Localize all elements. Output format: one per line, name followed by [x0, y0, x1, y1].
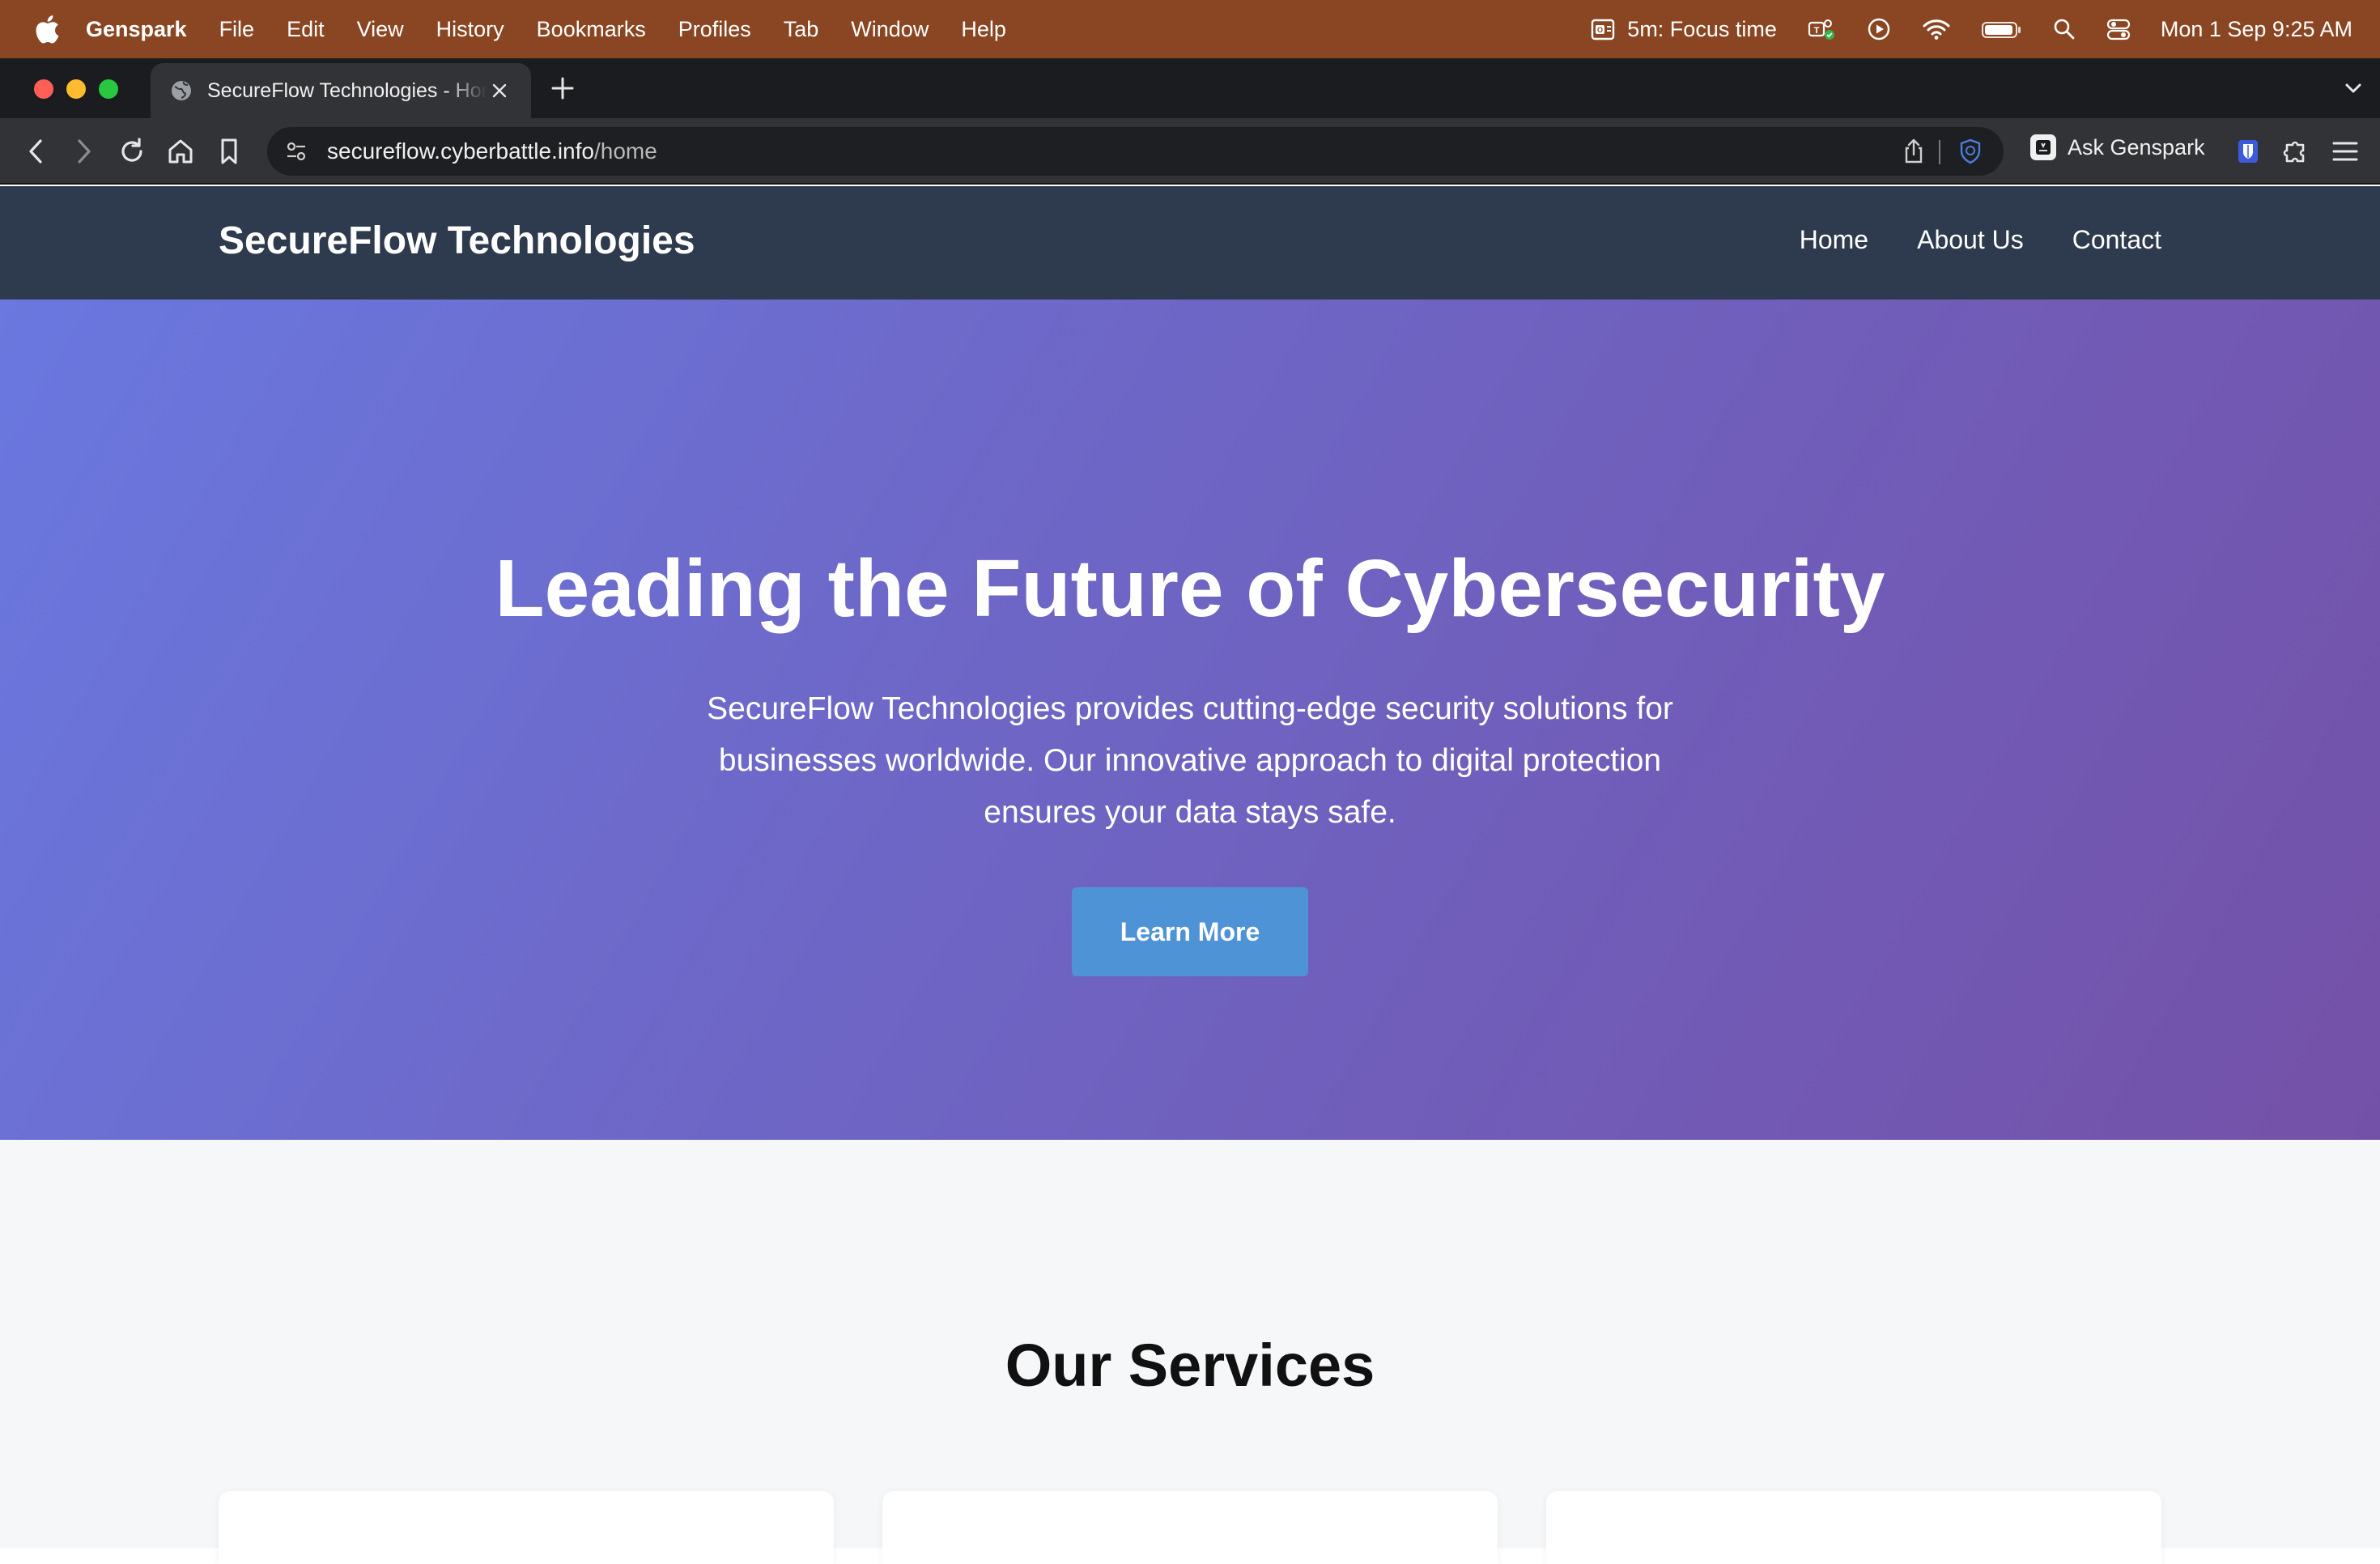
- menubar-status-area: O 5m: Focus time T Mon 1 Sep 9:25 AM: [1561, 0, 2352, 58]
- new-tab-plus-icon[interactable]: [549, 74, 576, 102]
- wifi-icon[interactable]: [1921, 16, 1952, 42]
- apple-logo-icon[interactable]: [31, 13, 62, 45]
- share-icon[interactable]: [1902, 138, 1926, 165]
- tab-title: SecureFlow Technologies - Home: [207, 79, 487, 102]
- tab-close-icon[interactable]: [487, 79, 512, 103]
- spotlight-search-icon[interactable]: [2052, 16, 2076, 42]
- menu-window[interactable]: Window: [851, 17, 929, 42]
- battery-icon[interactable]: [1981, 16, 2023, 42]
- window-close-button[interactable]: [34, 79, 53, 99]
- privacy-shield-icon[interactable]: [1958, 138, 1983, 165]
- bookmark-icon[interactable]: [214, 136, 244, 167]
- hero-description: SecureFlow Technologies provides cutting…: [707, 691, 1673, 830]
- menubar-clock[interactable]: Mon 1 Sep 9:25 AM: [2161, 17, 2352, 42]
- service-card: [219, 1491, 834, 1564]
- focus-time-text: 5m: Focus time: [1627, 16, 1777, 41]
- url-text[interactable]: secureflow.cyberbattle.info/home: [327, 138, 657, 164]
- site-nav-links: Home About Us Contact: [1751, 225, 2161, 255]
- nav-link-contact[interactable]: Contact: [2072, 225, 2161, 255]
- ask-genspark-label: Ask Genspark: [2068, 134, 2205, 159]
- bitwarden-extension-icon[interactable]: [2233, 136, 2263, 167]
- play-circle-icon[interactable]: [1866, 16, 1892, 42]
- window-zoom-button[interactable]: [99, 79, 118, 99]
- learn-more-button[interactable]: Learn More: [1072, 887, 1308, 976]
- macos-menu-bar: Genspark File Edit View History Bookmark…: [0, 0, 2380, 58]
- teams-status-icon[interactable]: T: [1806, 16, 1837, 42]
- menu-profiles[interactable]: Profiles: [678, 17, 751, 42]
- window-minimize-button[interactable]: [66, 79, 86, 99]
- reload-icon[interactable]: [117, 136, 147, 167]
- forward-arrow-icon[interactable]: [68, 136, 99, 167]
- svg-text:O: O: [1597, 26, 1603, 34]
- menu-bookmarks[interactable]: Bookmarks: [537, 17, 646, 42]
- home-icon[interactable]: [165, 136, 196, 167]
- site-navbar: SecureFlow Technologies Home About Us Co…: [0, 186, 2380, 300]
- menu-file[interactable]: File: [219, 17, 255, 42]
- genspark-logo-icon: [2030, 134, 2056, 160]
- tab-search-chevron-down-icon[interactable]: [2341, 76, 2365, 100]
- svg-text:T: T: [1813, 26, 1819, 36]
- service-card: [1546, 1491, 2161, 1564]
- globe-favicon-icon: [172, 81, 191, 100]
- site-brand-logo[interactable]: SecureFlow Technologies: [219, 219, 695, 263]
- ask-genspark-button[interactable]: Ask Genspark: [2030, 134, 2205, 160]
- service-card: [882, 1491, 1498, 1564]
- nav-link-home[interactable]: Home: [1800, 225, 1868, 255]
- address-bar[interactable]: secureflow.cyberbattle.info/home: [267, 127, 2004, 176]
- browser-toolbar: secureflow.cyberbattle.info/home Ask Gen…: [0, 118, 2380, 185]
- browser-menu-hamburger-icon[interactable]: [2330, 136, 2361, 167]
- menu-tab[interactable]: Tab: [784, 17, 819, 42]
- hero-section: Leading the Future of Cybersecurity Secu…: [0, 300, 2380, 1140]
- services-section: Our Services: [0, 1140, 2380, 1564]
- omnibox-divider: [1939, 140, 1940, 164]
- menu-edit[interactable]: Edit: [287, 17, 325, 42]
- extensions-puzzle-icon[interactable]: [2280, 136, 2310, 167]
- menu-app-name[interactable]: Genspark: [86, 17, 187, 42]
- url-host: secureflow.cyberbattle.info: [327, 138, 594, 164]
- menu-view[interactable]: View: [357, 17, 404, 42]
- back-arrow-icon[interactable]: [21, 136, 52, 167]
- hero-title: Leading the Future of Cybersecurity: [495, 543, 1885, 634]
- nav-link-about-us[interactable]: About Us: [1917, 225, 2024, 255]
- outlook-calendar-icon: O: [1592, 19, 1615, 40]
- services-heading: Our Services: [1005, 1332, 1375, 1399]
- browser-tab-active[interactable]: SecureFlow Technologies - Home: [151, 63, 531, 118]
- url-path: /home: [593, 138, 657, 164]
- menu-help[interactable]: Help: [961, 17, 1006, 42]
- focus-time-status[interactable]: O 5m: Focus time: [1590, 16, 1777, 42]
- browser-tab-strip: SecureFlow Technologies - Home: [0, 58, 2380, 118]
- control-center-icon[interactable]: [2106, 16, 2131, 42]
- site-settings-icon[interactable]: [282, 137, 311, 166]
- menu-history[interactable]: History: [436, 17, 504, 42]
